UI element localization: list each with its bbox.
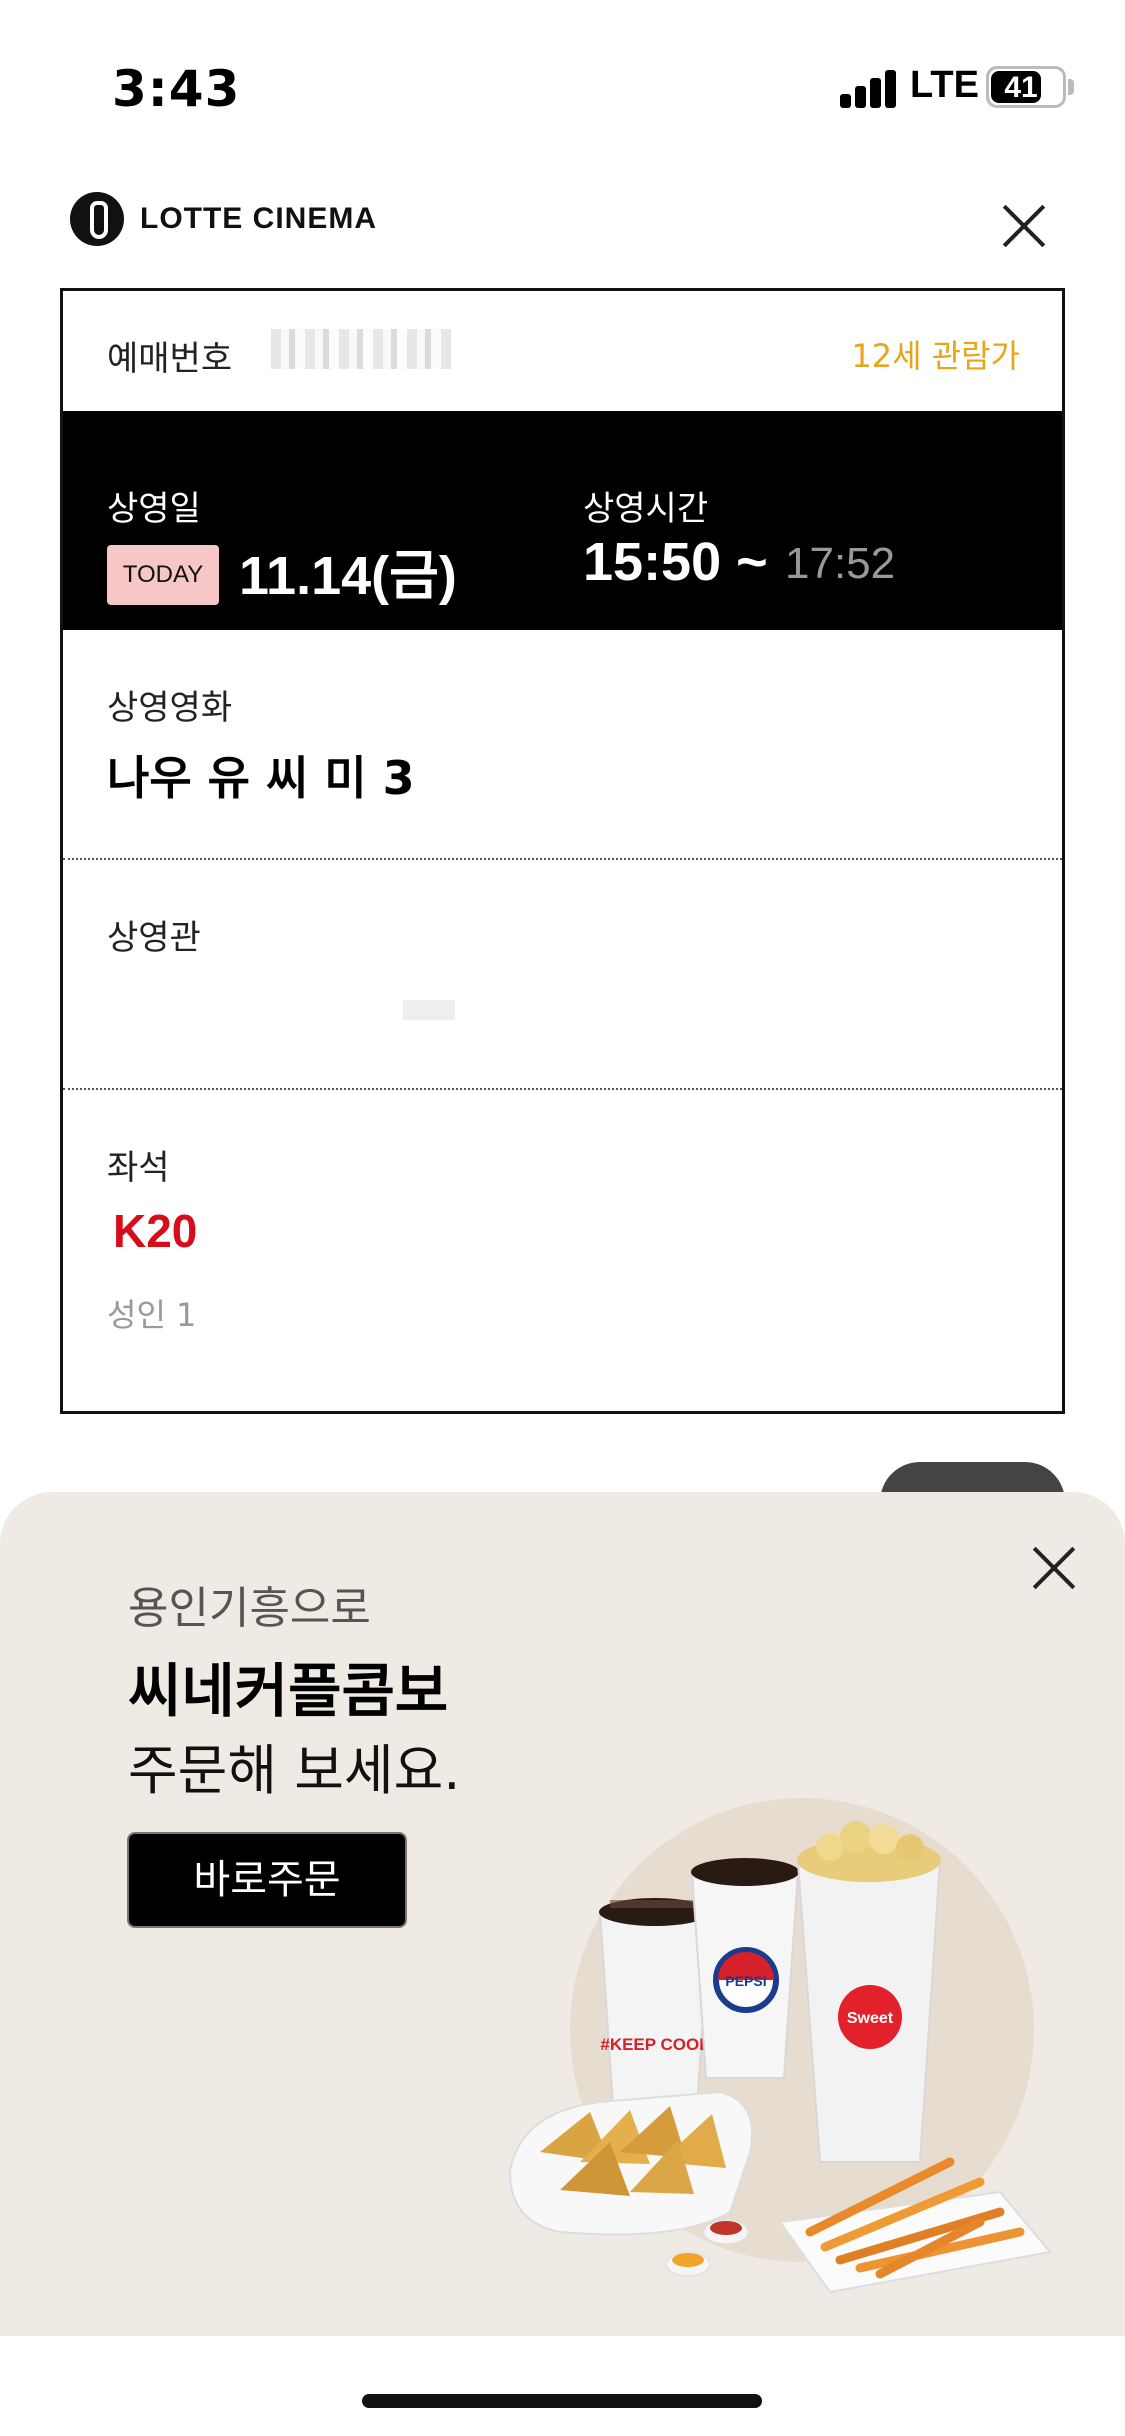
status-bar: 3:43 LTE 41 — [0, 0, 1125, 150]
today-badge: TODAY — [107, 545, 219, 605]
cup-label-keep-cool: #KEEP COOL — [600, 2035, 709, 2054]
showtime-row: 상영일 TODAY 11.14(금) 상영시간 15:50 ~ 17:52 — [63, 411, 1062, 630]
seat-number: K20 — [113, 1205, 198, 1257]
promo-combo-name: 씨네커플콤보 — [128, 1657, 449, 1725]
status-time: 3:43 — [112, 60, 241, 118]
seat-row: 좌석 K20 성인 1 — [63, 1090, 1062, 1344]
screening-date: 11.14(금) — [239, 546, 457, 606]
nacho-tray-icon — [508, 2090, 753, 2236]
booking-row: 예매번호 12세 관람가 — [63, 291, 1062, 411]
movie-row: 상영영화 나우 유 씨 미 3 — [63, 630, 1062, 860]
popcorn-bucket-icon: Sweet — [796, 1821, 942, 2163]
movie-title: 나우 유 씨 미 3 — [107, 751, 415, 805]
screen-label: 상영관 — [107, 918, 201, 958]
fries-tray-icon — [778, 2157, 1052, 2294]
promo-bottom-sheet: 용인기흥으로 씨네커플콤보 주문해 보세요. 바로주문 #KEEP COOL P… — [0, 1492, 1125, 2336]
network-type: LTE — [910, 64, 979, 106]
home-indicator[interactable] — [362, 2394, 762, 2408]
booking-number-label: 예매번호 — [107, 339, 233, 379]
cup-label-sweet: Sweet — [847, 2010, 894, 2027]
movie-label: 상영영화 — [107, 688, 233, 728]
lotte-cinema-logo: LOTTE CINEMA — [70, 192, 377, 246]
ticket-card: 예매번호 12세 관람가 상영일 TODAY 11.14(금) 상영시간 15:… — [60, 288, 1065, 1414]
seat-label: 좌석 — [107, 1148, 170, 1188]
promo-location: 용인기흥으로 — [128, 1583, 371, 1634]
battery-tip — [1068, 79, 1074, 95]
logo-mark-icon — [70, 192, 124, 246]
close-button[interactable] — [996, 198, 1052, 254]
battery-icon: 41 — [986, 66, 1066, 108]
pepsi-cup-icon: PEPSI — [690, 1858, 800, 2079]
signal-icon — [840, 68, 900, 108]
cup-label-pepsi: PEPSI — [725, 1973, 766, 1989]
date-label: 상영일 — [107, 489, 201, 529]
end-time: 17:52 — [785, 539, 896, 588]
order-now-button[interactable]: 바로주문 — [127, 1832, 407, 1928]
screen-row: 상영관 — [63, 860, 1062, 1090]
age-rating: 12세 관람가 — [851, 337, 1020, 375]
start-time: 15:50 ~ — [583, 532, 768, 592]
battery-level: 41 — [1004, 71, 1038, 104]
logo-text: LOTTE CINEMA — [140, 202, 377, 235]
promo-cta-text: 주문해 보세요. — [128, 1739, 461, 1802]
screen-value-redacted — [403, 1000, 455, 1020]
combo-food-image: #KEEP COOL PEPSI Sweet — [508, 1821, 1052, 2294]
header: LOTTE CINEMA — [0, 180, 1125, 280]
promo-close-button[interactable] — [1030, 1544, 1078, 1592]
time-label: 상영시간 — [583, 489, 709, 529]
drink-cup-icon: #KEEP COOL — [598, 1898, 712, 2123]
audience-count: 성인 1 — [107, 1296, 197, 1334]
booking-number-redacted — [271, 329, 451, 369]
